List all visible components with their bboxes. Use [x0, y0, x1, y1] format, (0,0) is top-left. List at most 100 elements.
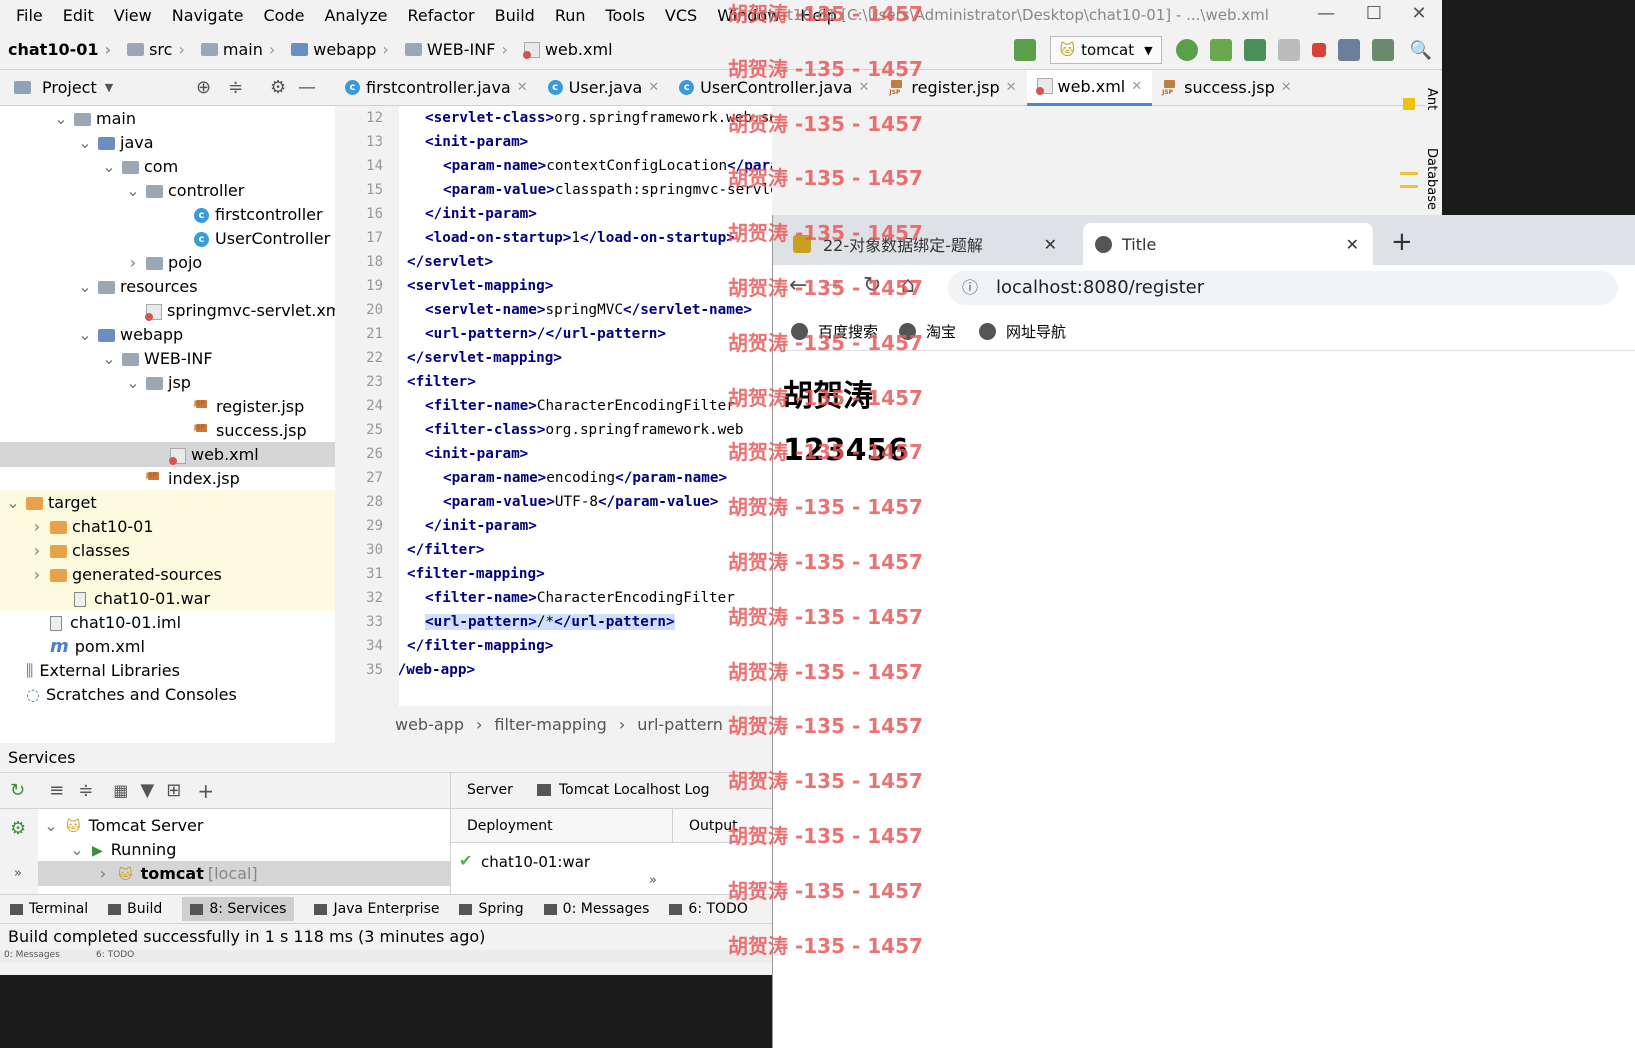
menu-run[interactable]: Run	[555, 6, 586, 25]
locate-icon[interactable]: ⊕	[196, 77, 211, 98]
bookmark-nav[interactable]: 网址导航	[979, 321, 1066, 342]
editor-tab[interactable]: web.xml ✕	[1026, 69, 1153, 106]
close-icon[interactable]: ✕	[1281, 80, 1292, 95]
chevron-down-icon[interactable]: ⌄	[6, 490, 20, 515]
hide-icon[interactable]: —	[298, 77, 316, 98]
menu-file[interactable]: File	[16, 6, 43, 25]
debug-icon[interactable]	[1209, 39, 1232, 61]
service-item[interactable]: ⌄ ▶ Running	[38, 837, 450, 862]
new-tab-button[interactable]: +	[1391, 227, 1413, 257]
code-editor[interactable]: <servlet-class>org.springframework.web.s…	[399, 106, 772, 706]
collapse-all-icon[interactable]: ≑	[78, 780, 93, 801]
chevron-down-icon[interactable]: ⌄	[70, 837, 84, 862]
editor-tab[interactable]: success.jsp ✕	[1152, 70, 1302, 106]
editor-breadcrumb-item[interactable]: web-app	[395, 715, 464, 734]
new-tab-icon[interactable]: ⊞	[166, 780, 181, 801]
close-icon[interactable]: ✕	[648, 80, 659, 95]
tree-item[interactable]: ⌄ java	[0, 130, 335, 155]
breadcrumb-item[interactable]: WEB-INF ›	[404, 40, 514, 59]
tree-item[interactable]: chat10-01.war	[0, 586, 335, 611]
chevron-down-icon[interactable]: ⌄	[78, 130, 92, 155]
chevron-down-icon[interactable]: ⌄	[102, 154, 116, 179]
breadcrumb-item[interactable]: src ›	[127, 40, 191, 59]
deployment-item[interactable]: chat10-01:war	[481, 853, 590, 871]
menu-build[interactable]: Build	[495, 6, 535, 25]
rerun-icon[interactable]	[1175, 39, 1198, 61]
close-tab-icon[interactable]: ✕	[1346, 235, 1359, 254]
tool-window-button[interactable]: Build	[108, 901, 162, 917]
tree-item[interactable]: ⌄ main	[0, 106, 335, 131]
tree-item[interactable]: › pojo	[0, 250, 335, 275]
editor-breadcrumb-item[interactable]: filter-mapping	[494, 715, 606, 734]
menu-code[interactable]: Code	[264, 6, 305, 25]
tree-item[interactable]: › chat10-01	[0, 514, 335, 539]
tree-item[interactable]: ⌄ webapp	[0, 322, 335, 347]
tab-server[interactable]: Server	[467, 782, 513, 798]
collapse-icon[interactable]: ≑	[228, 77, 243, 98]
chevron-right-icon[interactable]: ›	[30, 538, 44, 563]
tree-item[interactable]: ⫼ External Libraries	[0, 658, 335, 683]
tree-item[interactable]: m pom.xml	[0, 634, 335, 659]
tool-window-button[interactable]: Java Enterprise	[314, 901, 439, 917]
tab-tomcat-log[interactable]: Tomcat Localhost Log	[559, 782, 710, 798]
tool-window-button[interactable]: 0: Messages	[543, 901, 649, 917]
chevron-right-icon[interactable]: ›	[96, 861, 110, 886]
tree-item[interactable]: chat10-01.iml	[0, 610, 335, 635]
service-item[interactable]: › 🐱 tomcat [local]	[38, 861, 450, 886]
tree-item[interactable]: ⌄ controller	[0, 178, 335, 203]
chevron-right-icon[interactable]: ›	[30, 562, 44, 587]
tree-item[interactable]: web.xml	[0, 442, 335, 467]
chevron-down-icon[interactable]: ⌄	[78, 322, 92, 347]
editor-breadcrumb-item[interactable]: url-pattern	[637, 715, 723, 734]
close-icon[interactable]: ✕	[1006, 80, 1017, 95]
tree-item[interactable]: ⌄ target	[0, 490, 335, 515]
chevron-down-icon[interactable]: ⌄	[102, 346, 116, 371]
menu-analyze[interactable]: Analyze	[324, 6, 387, 25]
tree-item[interactable]: ◌ Scratches and Consoles	[0, 682, 335, 707]
chevron-down-icon[interactable]: ⌄	[126, 370, 140, 395]
terminal-icon[interactable]	[1371, 39, 1394, 61]
menu-vcs[interactable]: VCS	[665, 6, 697, 25]
refresh-icon[interactable]: ↻	[10, 780, 25, 801]
close-icon[interactable]: ✕	[858, 80, 869, 95]
tree-item[interactable]: register.jsp	[0, 391, 335, 419]
stop-icon[interactable]	[1311, 43, 1326, 57]
chevron-right-icon[interactable]: ›	[30, 514, 44, 539]
tree-item[interactable]: ⌄ resources	[0, 274, 335, 299]
chevron-right-icon[interactable]: ›	[126, 250, 140, 275]
minimize-button[interactable]: —	[1302, 0, 1350, 30]
close-icon[interactable]: ✕	[1131, 79, 1142, 94]
tree-item[interactable]: success.jsp	[0, 415, 335, 443]
database-tool-button[interactable]: Database	[1424, 148, 1439, 210]
group-icon[interactable]: ▦	[113, 781, 128, 800]
breadcrumb-item[interactable]: web.xml	[522, 40, 613, 59]
expand-all-icon[interactable]: ≡	[49, 780, 64, 801]
chevron-down-icon[interactable]: ⌄	[44, 813, 58, 838]
tool-window-button[interactable]: Terminal	[10, 901, 88, 917]
more-icon[interactable]: »	[14, 866, 22, 881]
deploy-icon[interactable]: ⚙	[10, 818, 26, 839]
tree-item[interactable]: › generated-sources	[0, 562, 335, 587]
close-icon[interactable]: ✕	[517, 80, 528, 95]
search-icon[interactable]: 🔍	[1410, 40, 1432, 61]
add-icon[interactable]: +	[197, 779, 214, 803]
service-item[interactable]: ⌄ 🐱 Tomcat Server	[38, 813, 450, 838]
warning-marker[interactable]	[1403, 98, 1415, 110]
tree-item[interactable]: › classes	[0, 538, 335, 563]
tree-item[interactable]: ⌄ com	[0, 154, 335, 179]
close-window-button[interactable]: ✕	[1395, 0, 1442, 30]
filter-icon[interactable]: ▼	[140, 780, 154, 801]
breadcrumb-item[interactable]: webapp ›	[291, 40, 395, 59]
project-structure-icon[interactable]	[1337, 39, 1360, 61]
run-config-select[interactable]: 🐱 tomcat ▼	[1050, 36, 1162, 64]
close-tab-icon[interactable]: ✕	[1044, 235, 1057, 254]
editor-tab[interactable]: c User.java ✕	[538, 70, 670, 106]
menu-tools[interactable]: Tools	[606, 6, 645, 25]
tree-item[interactable]: c UserController	[0, 226, 335, 251]
chevron-down-icon[interactable]: ▼	[105, 81, 113, 94]
profile-icon[interactable]	[1277, 39, 1300, 61]
browser-tab-2[interactable]: Title ✕	[1083, 223, 1373, 265]
info-icon[interactable]: ⓘ	[962, 271, 978, 305]
menu-navigate[interactable]: Navigate	[172, 6, 244, 25]
menu-edit[interactable]: Edit	[63, 6, 94, 25]
